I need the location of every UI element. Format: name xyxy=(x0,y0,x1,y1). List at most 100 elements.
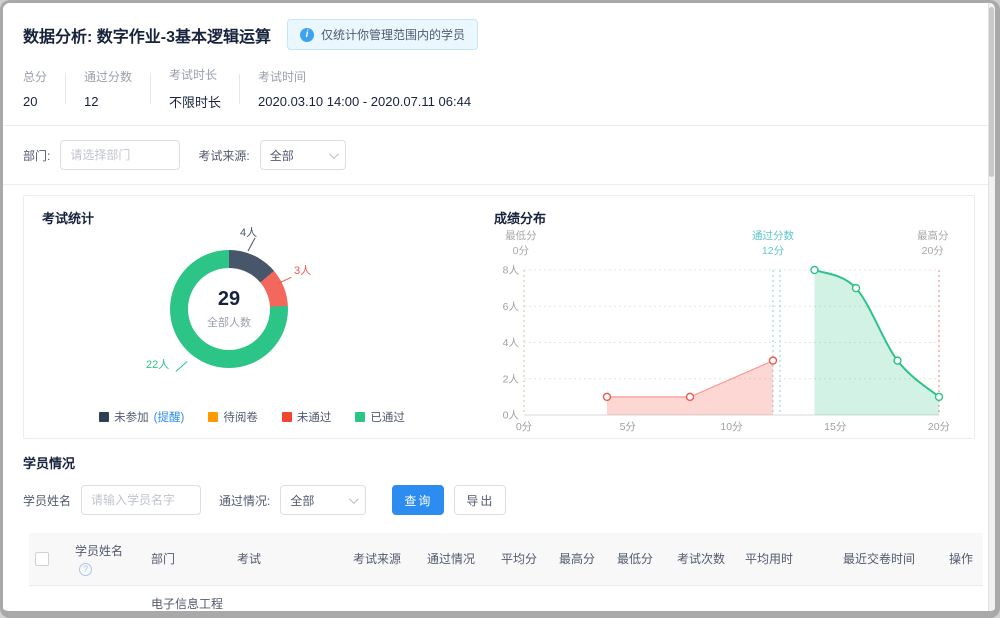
summary-value: 12 xyxy=(84,94,132,109)
svg-text:0人: 0人 xyxy=(503,410,520,422)
view-link[interactable]: 查看 xyxy=(943,585,983,611)
legend-label: 已通过 xyxy=(370,409,405,425)
students-section-header: 学员情况 xyxy=(3,439,995,473)
summary-label: 总分 xyxy=(23,68,47,85)
donut-total-value: 29 xyxy=(218,288,240,311)
callout-line xyxy=(176,361,188,372)
pass-status-label: 通过情况: xyxy=(219,492,270,509)
col-min: 最低分 xyxy=(611,533,671,585)
query-button[interactable]: 查询 xyxy=(392,485,444,515)
chart-marker-label: 通过分数 12分 xyxy=(752,229,794,259)
summary-value: 20 xyxy=(23,94,47,109)
legend-label: 未通过 xyxy=(297,409,332,425)
marker-max-value: 20分 xyxy=(917,244,949,259)
chart-marker-label: 最低分 0分 xyxy=(505,229,536,259)
divider xyxy=(65,74,66,104)
col-pass: 通过情况 xyxy=(421,533,495,585)
donut-callout: 3人 xyxy=(294,262,311,278)
chart-marker-labels: 最低分 0分 通过分数 12分 最高分 20分 xyxy=(494,229,949,262)
marker-pass-value: 12分 xyxy=(752,244,794,259)
col-last-submit: 最近交卷时间 xyxy=(837,533,943,585)
summary-label: 考试时间 xyxy=(258,68,471,85)
summary-label: 通过分数 xyxy=(84,68,132,85)
donut-legend: 未参加 (提醒) 待阅卷 未通过 已通过 xyxy=(24,409,480,425)
legend-swatch xyxy=(99,412,109,422)
legend-item-passed[interactable]: 已通过 xyxy=(355,409,405,425)
col-action: 操作 xyxy=(943,533,983,585)
summary-total-score: 总分 20 xyxy=(23,68,47,109)
marker-min-value: 0分 xyxy=(505,244,536,259)
cell-attempts: 1 xyxy=(671,585,739,611)
summary-duration: 考试时长 不限时长 xyxy=(169,66,221,111)
cell-last-submit: 2020.03.10 14:33:40 xyxy=(837,585,943,611)
svg-text:20分: 20分 xyxy=(928,421,949,433)
pass-status-value: 全部 xyxy=(290,492,314,509)
svg-text:15分: 15分 xyxy=(824,421,847,433)
page: 数据分析: 数字作业-3基本逻辑运算 i 仅统计你管理范围内的学员 总分 20 … xyxy=(3,3,995,611)
summary-value: 2020.03.10 14:00 - 2020.07.11 06:44 xyxy=(258,94,471,109)
col-avg-time: 平均用时 xyxy=(739,533,837,585)
filter-bar: 部门: 考试来源: 全部 xyxy=(3,126,995,185)
page-title: 数据分析: 数字作业-3基本逻辑运算 xyxy=(23,23,271,47)
source-select-value: 全部 xyxy=(270,147,294,164)
student-name-input[interactable] xyxy=(81,485,201,515)
cell-avg-time: 4分钟57秒 xyxy=(739,585,837,611)
select-all-checkbox[interactable] xyxy=(35,552,49,566)
donut-center: 29 全部人数 xyxy=(188,268,270,350)
summary-label: 考试时长 xyxy=(169,66,221,83)
donut-callout: 22人 xyxy=(146,356,169,372)
scrollbar[interactable] xyxy=(988,3,995,611)
svg-text:10分: 10分 xyxy=(720,421,743,433)
scope-notice-text: 仅统计你管理范围内的学员 xyxy=(321,26,465,43)
table-row: 徐乾龙 电子信息工程系-统招学生-电气自动化19-1班 数字作业-3基本逻辑运算… xyxy=(29,585,983,611)
export-button[interactable]: 导出 xyxy=(454,485,506,515)
col-max: 最高分 xyxy=(553,533,611,585)
pass-status-select[interactable]: 全部 xyxy=(280,485,366,515)
col-department: 部门 xyxy=(145,533,231,585)
col-name-label: 学员姓名 xyxy=(75,544,123,558)
source-select[interactable]: 全部 xyxy=(260,140,346,170)
scrollbar-thumb[interactable] xyxy=(989,7,994,177)
score-chart-svg: 0人2人4人6人8人0分5分10分15分20分 xyxy=(494,262,949,437)
cell-pass-status: 已通过 xyxy=(421,585,495,611)
row-select-cell xyxy=(29,585,69,611)
legend-item-failed[interactable]: 未通过 xyxy=(282,409,332,425)
col-avg: 平均分 xyxy=(495,533,553,585)
legend-item-pending[interactable]: 待阅卷 xyxy=(208,409,258,425)
cell-exam: 数字作业-3基本逻辑运算 xyxy=(231,585,347,611)
summary-value: 不限时长 xyxy=(169,92,221,111)
select-all-cell xyxy=(29,533,69,585)
students-table: 学员姓名? 部门 考试 考试来源 通过情况 平均分 最高分 最低分 考试次数 平… xyxy=(29,533,983,611)
cell-source: 自主考试 xyxy=(347,585,421,611)
department-input[interactable] xyxy=(60,140,180,170)
summary-strip: 总分 20 通过分数 12 考试时长 不限时长 考试时间 2020.03.10 … xyxy=(3,56,995,126)
department-filter-label: 部门: xyxy=(23,147,50,164)
legend-swatch xyxy=(355,412,365,422)
remind-link[interactable]: (提醒) xyxy=(154,409,185,425)
student-name-label: 学员姓名 xyxy=(23,492,71,509)
divider xyxy=(239,74,240,104)
info-icon: i xyxy=(300,28,314,42)
summary-exam-time: 考试时间 2020.03.10 14:00 - 2020.07.11 06:44 xyxy=(258,68,471,109)
svg-text:0分: 0分 xyxy=(516,421,533,433)
col-source: 考试来源 xyxy=(347,533,421,585)
cell-department: 电子信息工程系-统招学生-电气自动化19-1班 xyxy=(145,585,231,611)
marker-min-label: 最低分 xyxy=(505,229,536,244)
svg-text:6人: 6人 xyxy=(503,301,520,313)
legend-swatch xyxy=(208,412,218,422)
question-icon[interactable]: ? xyxy=(79,563,92,576)
legend-label: 未参加 xyxy=(114,409,149,425)
col-name: 学员姓名? xyxy=(69,533,145,585)
svg-text:4人: 4人 xyxy=(503,337,520,349)
cell-avg: 16 xyxy=(495,585,553,611)
marker-max-label: 最高分 xyxy=(917,229,949,244)
score-dist-chart: 成绩分布 最低分 0分 通过分数 12分 最高分 20分 0人2人4人6人8人0… xyxy=(480,196,974,438)
cell-name: 徐乾龙 xyxy=(69,585,145,611)
cell-max: 16 xyxy=(553,585,611,611)
legend-swatch xyxy=(282,412,292,422)
legend-item-not-joined[interactable]: 未参加 (提醒) xyxy=(99,409,184,425)
svg-text:8人: 8人 xyxy=(503,265,520,277)
exam-stats-chart: 考试统计 29 全部人数 4人 3人 22人 未参加 (提醒) xyxy=(24,196,480,438)
exam-stats-title: 考试统计 xyxy=(42,208,480,227)
chevron-down-icon xyxy=(349,494,359,504)
